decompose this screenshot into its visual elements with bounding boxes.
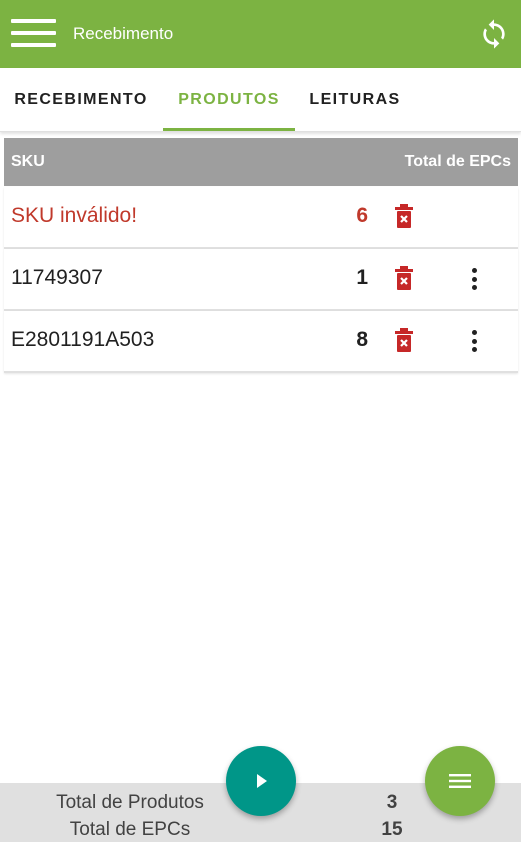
column-header-sku: SKU: [11, 153, 45, 170]
sync-icon[interactable]: [478, 17, 510, 51]
tab-bar: RECEBIMENTO PRODUTOS LEITURAS: [0, 68, 521, 132]
hamburger-icon[interactable]: [11, 17, 56, 49]
app-bar: Recebimento: [0, 0, 521, 68]
play-button[interactable]: [226, 746, 296, 816]
tab-produtos[interactable]: PRODUTOS: [163, 68, 295, 131]
page-title: Recebimento: [73, 24, 174, 43]
tab-recebimento[interactable]: RECEBIMENTO: [0, 68, 162, 131]
list-icon: [449, 774, 471, 788]
sku-label: E2801191A503: [11, 328, 155, 351]
app-root: Recebimento RECEBIMENTO PRODUTOS LEITURA…: [0, 0, 521, 842]
column-header-total-epcs: Total de EPCs: [404, 153, 511, 170]
sku-label: SKU inválido!: [11, 204, 138, 227]
total-produtos-label: Total de Produtos: [56, 792, 204, 813]
delete-icon[interactable]: [394, 328, 414, 352]
epc-count: 8: [356, 328, 368, 351]
list-menu-button[interactable]: [425, 746, 495, 816]
total-epcs-label: Total de EPCs: [69, 819, 191, 840]
play-icon: [257, 774, 267, 788]
table-row[interactable]: 11749307 1: [4, 249, 518, 311]
total-epcs-value: 15: [381, 819, 403, 840]
table-row[interactable]: E2801191A503 8: [4, 311, 518, 373]
table-header: SKU Total de EPCs: [4, 138, 518, 186]
tab-leituras[interactable]: LEITURAS: [295, 68, 415, 131]
table-row[interactable]: SKU inválido! 6: [4, 187, 518, 249]
delete-icon[interactable]: [394, 204, 414, 228]
more-vert-icon[interactable]: [466, 328, 482, 354]
epc-count: 6: [356, 204, 368, 227]
delete-icon[interactable]: [394, 266, 414, 290]
epc-count: 1: [356, 266, 368, 289]
tab-active-indicator: [163, 128, 295, 131]
more-vert-icon[interactable]: [466, 266, 482, 292]
sku-label: 11749307: [11, 266, 103, 289]
